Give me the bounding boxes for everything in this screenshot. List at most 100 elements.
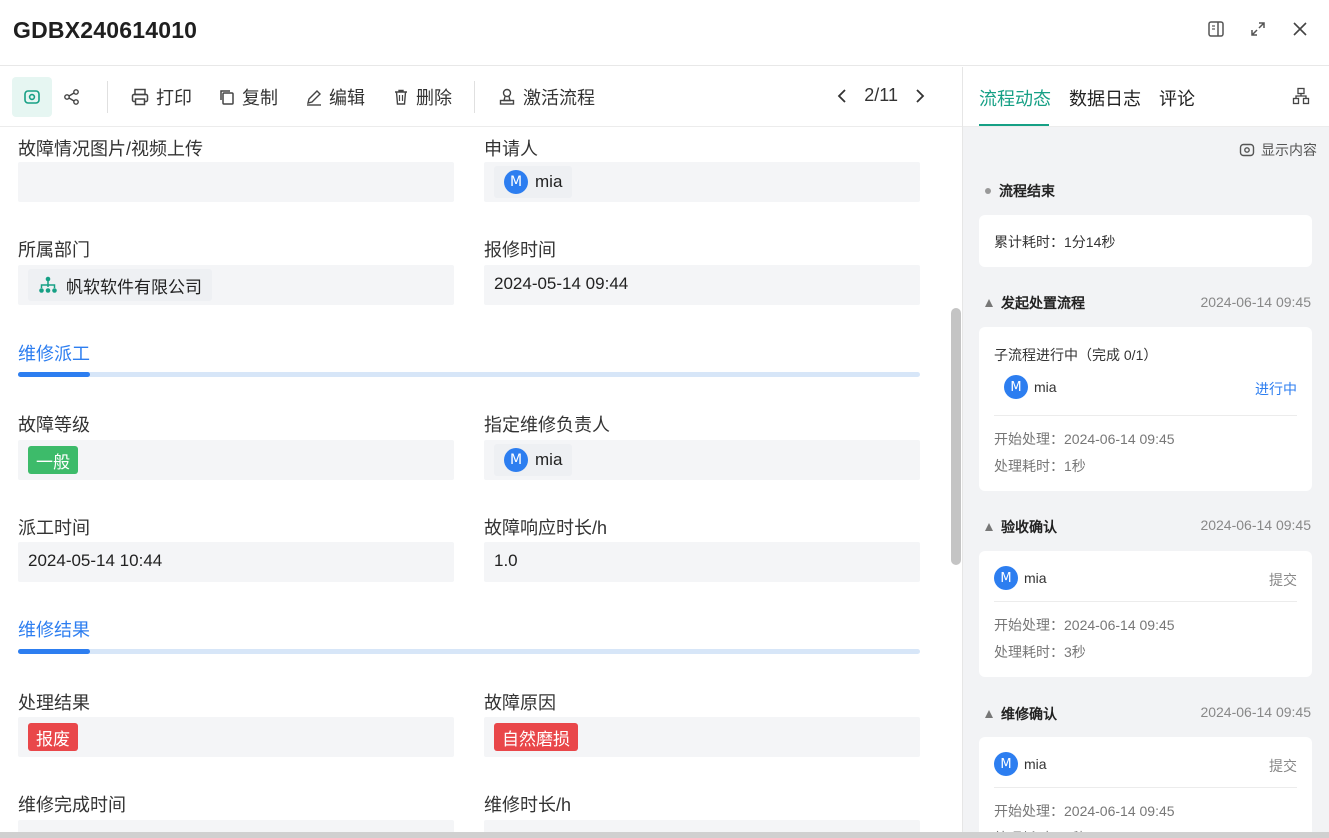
- edit-icon: [307, 90, 321, 106]
- fault-level-field[interactable]: 一般: [18, 440, 454, 480]
- response-label: 故障响应时长/h: [484, 518, 608, 538]
- total-time: 累计耗时：1分14秒: [994, 234, 1116, 250]
- section-dispatch-title: 维修派工: [18, 344, 90, 364]
- side-tabs: 流程动态 数据日志 评论: [963, 67, 1329, 127]
- step-user-name: mia: [1024, 756, 1047, 772]
- step-user-name: mia: [1034, 379, 1057, 395]
- edit-label: 编辑: [329, 88, 365, 108]
- step-status: 提交: [1269, 572, 1297, 588]
- flow-end-title: 流程结束: [999, 183, 1055, 199]
- toolbar-divider: [107, 81, 108, 113]
- close-icon[interactable]: [1289, 18, 1311, 40]
- avatar: M: [1004, 375, 1028, 399]
- title-bar: GDBX240614010: [0, 0, 1329, 66]
- section-result-title: 维修结果: [18, 620, 90, 640]
- side-panel: 流程动态 数据日志 评论 显示内容 流程结束 累计耗时：1分14秒 发起处置流程…: [962, 67, 1329, 838]
- step-header[interactable]: 维修确认: [985, 704, 1057, 724]
- assignee-name: mia: [535, 450, 563, 469]
- dept-chip[interactable]: 帆软软件有限公司: [28, 269, 212, 301]
- tab-flow-activity[interactable]: 流程动态: [979, 85, 1051, 111]
- tab-comments[interactable]: 评论: [1159, 85, 1195, 111]
- chevron-left-icon: [838, 88, 846, 103]
- result-field[interactable]: 报废: [18, 717, 454, 757]
- share-button[interactable]: [52, 77, 92, 117]
- report-time-label: 报修时间: [484, 240, 556, 260]
- step-user[interactable]: M mia: [1004, 375, 1057, 399]
- duration-label: 维修时长/h: [484, 795, 572, 815]
- flowchart-icon[interactable]: [1292, 87, 1310, 110]
- step-status: 提交: [1269, 758, 1297, 774]
- upload-label: 故障情况图片/视频上传: [18, 139, 203, 159]
- next-record-button[interactable]: [914, 88, 926, 104]
- cause-field[interactable]: 自然磨损: [484, 717, 920, 757]
- tab-data-log[interactable]: 数据日志: [1069, 85, 1141, 111]
- flow-end-header: 流程结束: [985, 181, 1055, 201]
- step-status: 进行中: [1255, 381, 1297, 397]
- sidebar-toggle-icon[interactable]: [1205, 18, 1227, 40]
- step-start: 开始处理：2024-06-14 09:45: [994, 803, 1175, 819]
- dispatch-time-value: 2024-05-14 10:44: [28, 551, 163, 570]
- cause-tag: 自然磨损: [494, 723, 578, 751]
- expand-icon[interactable]: [1247, 18, 1269, 40]
- step-header[interactable]: 验收确认: [985, 517, 1057, 537]
- form-scrollbar-thumb[interactable]: [951, 308, 961, 565]
- step-spent: 处理耗时：1秒: [994, 458, 1086, 474]
- report-time-field[interactable]: 2024-05-14 09:44: [484, 265, 920, 305]
- show-content-label: 显示内容: [1261, 142, 1317, 158]
- upload-field[interactable]: [18, 162, 454, 202]
- delete-button[interactable]: 删除: [392, 85, 452, 109]
- avatar: M: [504, 170, 528, 194]
- active-tab-indicator: [979, 124, 1049, 126]
- subflow-status: 子流程进行中（完成 0/1）: [994, 347, 1158, 363]
- result-tag: 报废: [28, 723, 78, 751]
- copy-button[interactable]: 复制: [218, 85, 278, 109]
- page-title: GDBX240614010: [13, 17, 198, 43]
- form-area[interactable]: 故障情况图片/视频上传 申请人 M mia 所属部门 帆软软件有限公司 报修时间…: [0, 127, 962, 838]
- avatar: M: [504, 448, 528, 472]
- copy-icon: [220, 90, 234, 105]
- dept-value: 帆软软件有限公司: [66, 277, 202, 297]
- activate-flow-button[interactable]: 激活流程: [497, 85, 595, 109]
- result-label: 处理结果: [18, 693, 90, 713]
- print-button[interactable]: 打印: [130, 85, 192, 109]
- print-label: 打印: [156, 88, 192, 108]
- report-time-value: 2024-05-14 09:44: [494, 274, 629, 293]
- view-mode-button[interactable]: [12, 77, 52, 117]
- horizontal-scrollbar[interactable]: [0, 832, 1329, 838]
- applicant-label: 申请人: [484, 139, 538, 159]
- step-title: 验收确认: [1001, 519, 1057, 535]
- step-card: 子流程进行中（完成 0/1） M mia 进行中 开始处理：2024-06-14…: [979, 327, 1312, 491]
- assignee-field[interactable]: M mia: [484, 440, 920, 480]
- dept-field[interactable]: 帆软软件有限公司: [18, 265, 454, 305]
- show-content-toggle[interactable]: 显示内容: [1238, 140, 1317, 160]
- toolbar-divider: [474, 81, 475, 113]
- step-user[interactable]: M mia: [994, 566, 1047, 590]
- step-card: M mia 提交 开始处理：2024-06-14 09:45 处理耗时：5秒: [979, 737, 1312, 838]
- applicant-chip[interactable]: M mia: [494, 166, 573, 198]
- section-result-divider: [18, 649, 920, 654]
- dispatch-time-field[interactable]: 2024-05-14 10:44: [18, 542, 454, 582]
- section-dispatch-divider: [18, 372, 920, 377]
- fault-level-tag: 一般: [28, 446, 78, 474]
- assignee-chip[interactable]: M mia: [494, 444, 573, 476]
- step-title: 维修确认: [1001, 706, 1057, 722]
- collapse-triangle-icon: [985, 710, 993, 718]
- step-header[interactable]: 发起处置流程: [985, 293, 1085, 313]
- applicant-field[interactable]: M mia: [484, 162, 920, 202]
- prev-record-button[interactable]: [836, 88, 848, 104]
- edit-button[interactable]: 编辑: [305, 85, 365, 109]
- step-time: 2024-06-14 09:45: [1200, 704, 1311, 720]
- pager: 2/11: [836, 85, 926, 106]
- card-divider: [994, 787, 1297, 788]
- dot-icon: [985, 188, 991, 194]
- step-time: 2024-06-14 09:45: [1200, 517, 1311, 533]
- cause-label: 故障原因: [484, 693, 556, 713]
- copy-label: 复制: [242, 88, 278, 108]
- card-divider: [994, 415, 1297, 416]
- stamp-icon: [499, 88, 515, 105]
- view-icon: [24, 90, 40, 104]
- step-time: 2024-06-14 09:45: [1200, 294, 1311, 310]
- eye-icon: [1239, 143, 1255, 157]
- response-field[interactable]: 1.0: [484, 542, 920, 582]
- step-user[interactable]: M mia: [994, 752, 1047, 776]
